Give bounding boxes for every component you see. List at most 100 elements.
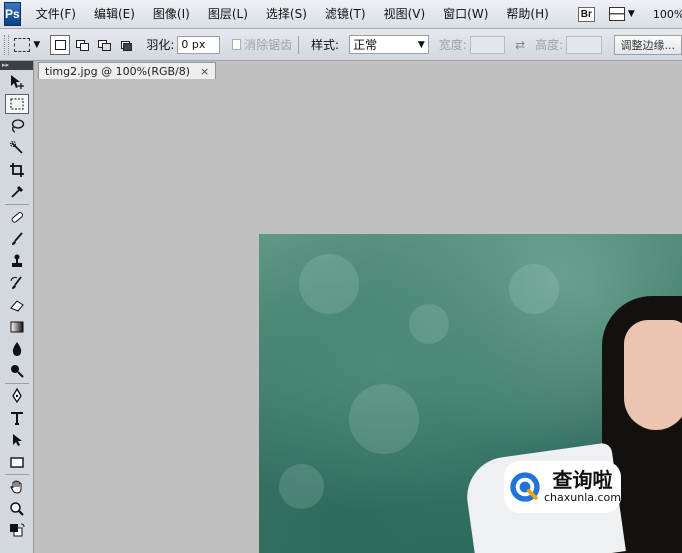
menu-image[interactable]: 图像(I) [144,0,199,28]
pen-tool[interactable] [5,386,29,406]
lasso-icon [11,119,24,133]
healing-brush-tool[interactable] [5,207,29,227]
watermark-badge: 查询啦 chaxunla.com [504,461,621,513]
brush-icon [11,232,23,245]
chevron-down-icon: ▼ [417,39,425,50]
pen-icon [11,388,22,404]
options-separator [298,35,300,54]
marquee-icon [10,98,23,110]
brush-tool[interactable] [5,229,29,249]
move-icon [10,75,24,89]
swap-icon[interactable]: ⇄ [515,38,525,52]
width-input[interactable] [469,35,506,54]
gradient-tool[interactable] [5,317,29,337]
options-grip-handle[interactable] [4,34,10,55]
new-selection-icon [54,39,66,50]
feather-input[interactable]: 0 px [177,35,220,54]
subtract-selection-icon [98,39,112,51]
eraser-icon [9,300,24,312]
options-bar: ▼ 羽化: 0 px 消除锯齿 样式: 正常 ▼ 宽度: ⇄ 高度: 调整边缘.… [0,29,682,61]
zoom-level-value: 100% [652,7,682,21]
menu-bar: Ps 文件(F) 编辑(E) 图像(I) 图层(L) 选择(S) 滤镜(T) 视… [0,0,682,29]
screen-mode-icon [608,7,625,21]
subtract-selection-button[interactable] [94,35,114,55]
menu-help[interactable]: 帮助(H) [497,0,557,28]
style-label: 样式: [311,38,340,52]
close-icon[interactable]: × [200,65,209,78]
clone-stamp-icon [11,254,22,267]
menu-window[interactable]: 窗口(W) [434,0,497,28]
document-tab-title: timg2.jpg @ 100%(RGB/8) [45,64,191,78]
menu-layer[interactable]: 图层(L) [199,0,257,28]
style-select[interactable]: 正常 ▼ [349,35,429,54]
history-brush-icon [10,276,22,289]
add-selection-button[interactable] [72,35,92,55]
style-select-value: 正常 [353,38,378,52]
eyedropper-tool[interactable] [5,182,29,202]
history-brush-tool[interactable] [5,273,29,293]
document-tab-bar: timg2.jpg @ 100%(RGB/8) × [34,61,682,79]
watermark-en-text: chaxunla.com [544,491,621,504]
crop-icon [9,163,24,177]
path-select-tool[interactable] [5,430,29,450]
height-label: 高度: [535,38,564,52]
add-selection-icon [76,39,90,51]
antialias-label: 消除锯齿 [244,38,293,52]
panel-collapse-button[interactable]: ▸▸ [0,61,33,70]
menu-file[interactable]: 文件(F) [27,0,85,28]
eyedropper-icon [10,185,23,198]
photoshop-logo[interactable]: Ps [4,2,21,26]
shape-icon [9,457,24,468]
selection-mode-group [50,34,136,55]
marquee-icon [14,37,31,52]
chevron-down-icon: ▼ [627,9,635,19]
hand-icon [9,480,21,494]
zoom-icon [9,502,24,516]
watermark-cn-text: 查询啦 [552,468,613,492]
antialias-checkbox[interactable] [231,39,242,50]
feather-label: 羽化: [146,38,175,52]
tool-separator [4,474,29,475]
chevron-down-icon: ▼ [33,39,41,50]
document-tab[interactable]: timg2.jpg @ 100%(RGB/8) × [38,62,217,79]
gradient-icon [10,321,23,333]
quick-select-icon [9,141,23,154]
eraser-tool[interactable] [5,295,29,315]
bridge-button[interactable]: Br [577,6,595,22]
screen-mode-button[interactable]: ▼ [608,7,635,21]
move-tool[interactable] [5,72,29,92]
menu-select[interactable]: 选择(S) [257,0,316,28]
intersect-selection-button[interactable] [116,35,136,55]
adjust-edge-button[interactable]: 调整边缘... [613,34,682,55]
dodge-icon [10,365,24,378]
menu-view[interactable]: 视图(V) [375,0,435,28]
width-label: 宽度: [438,38,467,52]
dodge-tool[interactable] [5,361,29,381]
tool-separator [4,204,29,205]
zoom-level-dropdown[interactable]: 100% ▼ [653,8,682,21]
crop-tool[interactable] [5,160,29,180]
search-icon [510,472,540,502]
quick-select-tool[interactable] [5,138,29,158]
new-selection-button[interactable] [50,34,71,55]
menu-edit[interactable]: 编辑(E) [85,0,144,28]
blur-tool[interactable] [5,339,29,359]
type-icon [10,412,23,425]
color-swatch-icon [9,523,24,537]
marquee-tool[interactable] [4,94,29,114]
color-swatches[interactable] [5,521,29,541]
lasso-tool[interactable] [5,116,29,136]
type-tool[interactable] [5,408,29,428]
zoom-tool[interactable] [5,499,29,519]
menu-filter[interactable]: 滤镜(T) [316,0,375,28]
hand-tool[interactable] [5,477,29,497]
blur-icon [12,342,21,356]
canvas-area[interactable]: 查询啦 chaxunla.com [34,80,682,553]
tools-panel: ▸▸ [0,61,34,553]
tool-preset-picker[interactable]: ▼ [14,37,41,52]
height-input[interactable] [566,35,602,54]
tool-separator [4,383,29,384]
shape-tool[interactable] [5,452,29,472]
path-select-icon [12,434,22,446]
clone-stamp-tool[interactable] [5,251,29,271]
